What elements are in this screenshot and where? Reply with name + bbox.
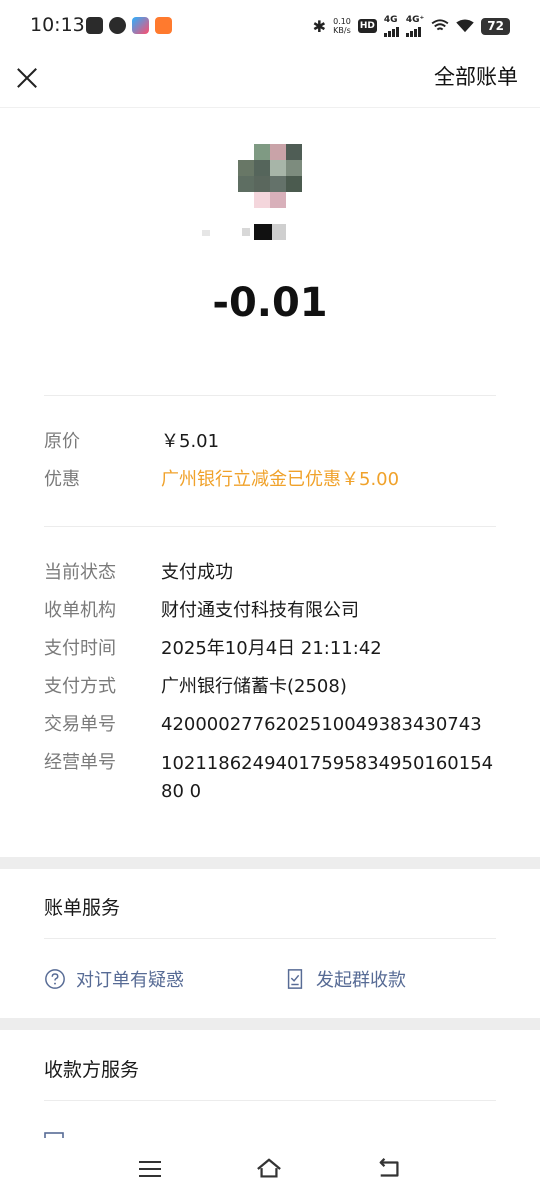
status-right-group: ✱ 0.10 KB/s HD 4G 4G⁺ 72	[313, 15, 510, 37]
merchant-avatar	[238, 144, 302, 208]
section-separator	[0, 1018, 540, 1030]
status-time: 10:13	[30, 14, 85, 36]
sim2-signal-bars-icon	[405, 25, 421, 37]
sim1-network-type: 4G	[383, 15, 398, 25]
payment-amount: -0.01	[212, 280, 328, 326]
original-price-label: 原价	[44, 431, 80, 452]
detail-label: 交易单号	[44, 714, 116, 735]
receipt-icon	[287, 969, 303, 989]
section-separator	[0, 857, 540, 869]
app-notification-icon	[86, 17, 103, 34]
divider	[44, 1100, 496, 1101]
network-speed-unit: KB/s	[333, 26, 351, 35]
hotspot-icon	[431, 19, 449, 31]
notification-icons	[86, 17, 172, 34]
close-button[interactable]	[14, 64, 42, 92]
question-circle-icon	[45, 969, 65, 989]
sim1-signal-bars-icon	[383, 25, 399, 37]
sim2-network-type: 4G⁺	[405, 15, 425, 25]
all-bills-link[interactable]: 全部账单	[434, 61, 518, 91]
hd-icon: HD	[357, 19, 377, 33]
video-app-notification-icon	[132, 17, 149, 34]
home-icon[interactable]	[256, 1156, 282, 1182]
group-collect-label: 发起群收款	[316, 970, 406, 991]
order-question-link[interactable]: 对订单有疑惑	[44, 966, 184, 992]
detail-value: 广州银行储蓄卡(2508)	[161, 676, 347, 697]
nav-bar: 全部账单	[0, 54, 540, 108]
detail-value: 支付成功	[161, 562, 233, 583]
message-notification-icon	[109, 17, 126, 34]
payee-service-item-cutoff[interactable]	[44, 1128, 244, 1138]
status-bar: 10:13 ✱ 0.10 KB/s HD 4G 4G⁺ 72	[0, 0, 540, 54]
detail-value: 财付通支付科技有限公司	[161, 600, 359, 621]
detail-label: 经营单号	[44, 752, 116, 773]
payee-service-title: 收款方服务	[44, 1059, 140, 1081]
note-icon	[44, 1132, 64, 1138]
detail-label: 收单机构	[44, 600, 116, 621]
system-nav-bar	[0, 1138, 540, 1200]
network-speed-value: 0.10	[333, 17, 351, 26]
sim1-signal: 4G	[383, 15, 399, 37]
bluetooth-icon: ✱	[312, 16, 327, 36]
divider	[44, 395, 496, 396]
bill-service-title: 账单服务	[44, 897, 121, 919]
menu-icon[interactable]	[137, 1156, 163, 1182]
detail-label: 支付方式	[44, 676, 116, 697]
detail-value: 2025年10月4日 21:11:42	[161, 638, 382, 659]
discount-label: 优惠	[44, 469, 80, 490]
battery-indicator: 72	[481, 17, 510, 35]
back-icon[interactable]	[377, 1156, 403, 1182]
detail-label: 当前状态	[44, 562, 116, 583]
merchant-name-obscured	[200, 222, 290, 242]
bill-detail-screen: 10:13 ✱ 0.10 KB/s HD 4G 4G⁺ 72 全部账单 -0.0…	[0, 0, 540, 1200]
group-collect-link[interactable]: 发起群收款	[284, 966, 406, 992]
order-question-label: 对订单有疑惑	[76, 970, 184, 991]
detail-value[interactable]: 4200002776202510049383430743	[161, 712, 496, 738]
shopping-app-notification-icon	[155, 17, 172, 34]
sim2-signal: 4G⁺	[405, 15, 425, 37]
original-price-value: ￥5.01	[161, 431, 220, 452]
divider	[44, 526, 496, 527]
discount-value: 广州银行立减金已优惠￥5.00	[161, 469, 400, 490]
network-speed: 0.10 KB/s	[333, 17, 351, 35]
detail-label: 支付时间	[44, 638, 116, 659]
divider	[44, 938, 496, 939]
wifi-icon	[456, 19, 475, 33]
detail-value[interactable]: 1021186249401759583495016015480 0	[161, 750, 496, 806]
